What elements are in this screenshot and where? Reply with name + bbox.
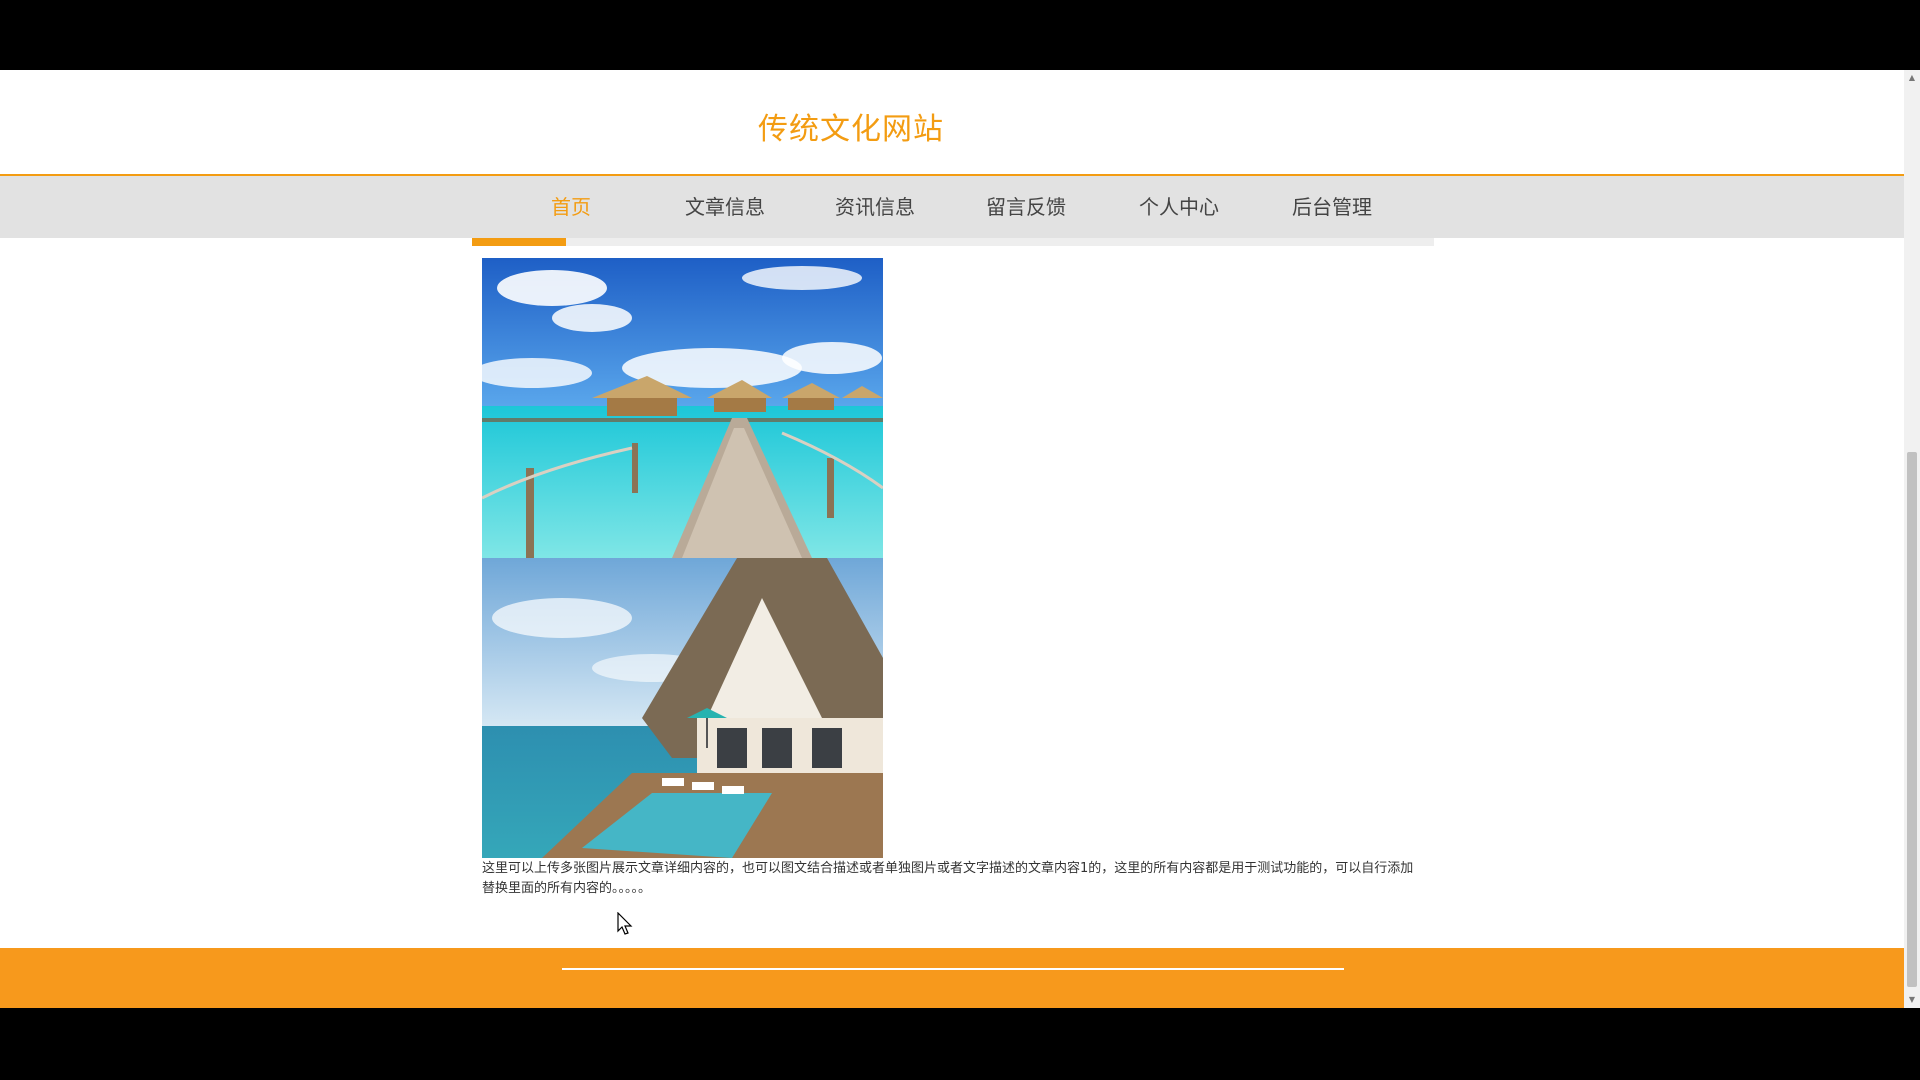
- footer-divider: [562, 968, 1344, 970]
- mouse-cursor-icon: [617, 912, 633, 935]
- nav-item-admin[interactable]: 后台管理: [1292, 176, 1372, 238]
- nav-item-home[interactable]: 首页: [551, 176, 591, 238]
- scrollbar-thumb[interactable]: [1907, 452, 1917, 987]
- browser-viewport: 传统文化网站 首页 文章信息 资讯信息 留言反馈 个人中心 后台管理 这里可以上…: [0, 70, 1920, 1008]
- article-image-jetty: [482, 258, 883, 558]
- article-body-text: 这里可以上传多张图片展示文章详细内容的，也可以图文结合描述或者单独图片或者文字描…: [482, 861, 1414, 896]
- scroll-down-arrow-icon[interactable]: ▼: [1904, 992, 1920, 1008]
- main-nav: 首页 文章信息 资讯信息 留言反馈 个人中心 后台管理: [0, 174, 1904, 238]
- site-footer: [0, 948, 1904, 1008]
- scroll-up-arrow-icon[interactable]: ▲: [1904, 70, 1920, 86]
- tab-track: [472, 238, 1434, 246]
- nav-item-news[interactable]: 资讯信息: [835, 176, 915, 238]
- nav-item-feedback[interactable]: 留言反馈: [986, 176, 1066, 238]
- nav-item-profile[interactable]: 个人中心: [1139, 176, 1219, 238]
- article-image-villa: [482, 558, 883, 858]
- page: 传统文化网站 首页 文章信息 资讯信息 留言反馈 个人中心 后台管理 这里可以上…: [0, 70, 1904, 1008]
- site-header: 传统文化网站: [0, 70, 1904, 174]
- site-title[interactable]: 传统文化网站: [758, 104, 944, 148]
- vertical-scrollbar[interactable]: ▲ ▼: [1904, 70, 1920, 1008]
- active-tab-indicator: [472, 238, 566, 246]
- nav-item-articles[interactable]: 文章信息: [685, 176, 765, 238]
